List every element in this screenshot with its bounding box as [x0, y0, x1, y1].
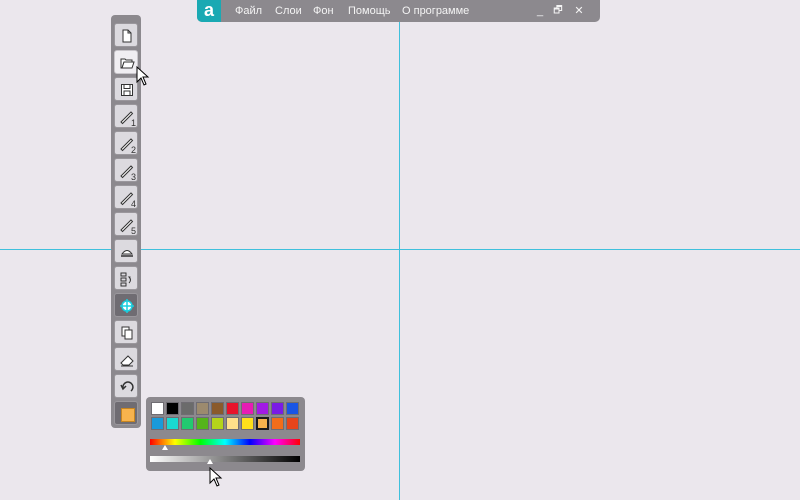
- palette-color-cell[interactable]: [226, 402, 239, 415]
- palette-color-cell[interactable]: [151, 417, 164, 430]
- undo-icon: [120, 381, 134, 392]
- palette-color-cell[interactable]: [271, 402, 284, 415]
- menu-file[interactable]: Файл: [235, 0, 262, 22]
- hue-slider-thumb[interactable]: [162, 445, 168, 450]
- color-palette-panel: [146, 397, 305, 471]
- palette-color-cell[interactable]: [196, 417, 209, 430]
- restore-button[interactable]: 🗗: [549, 0, 567, 22]
- current-color-button[interactable]: [114, 401, 138, 425]
- pen-4-button[interactable]: 4: [114, 185, 138, 209]
- pen-1-button[interactable]: 1: [114, 104, 138, 128]
- palette-color-cell[interactable]: [226, 417, 239, 430]
- menu-layers[interactable]: Слои: [275, 0, 302, 22]
- palette-color-cell[interactable]: [286, 417, 299, 430]
- copy-icon: [121, 326, 133, 340]
- palette-color-cell[interactable]: [181, 417, 194, 430]
- palette-color-cell[interactable]: [241, 402, 254, 415]
- pen-size-label: 2: [130, 145, 136, 155]
- layers-order-button[interactable]: [114, 266, 138, 290]
- crosshair-icon: [120, 299, 134, 313]
- palette-color-cell[interactable]: [256, 417, 269, 430]
- undo-button[interactable]: [114, 374, 138, 398]
- minimize-button[interactable]: _: [531, 0, 549, 22]
- eraser-icon: [120, 355, 134, 367]
- pen-size-label: 1: [130, 118, 136, 128]
- palette-color-cell[interactable]: [151, 402, 164, 415]
- save-file-button[interactable]: [114, 77, 138, 101]
- color-swatch: [121, 408, 135, 422]
- layers-order-icon: [120, 272, 131, 287]
- menu-about[interactable]: О программе: [402, 0, 469, 22]
- palette-color-cell[interactable]: [211, 417, 224, 430]
- hue-slider[interactable]: [150, 439, 300, 445]
- palette-color-cell[interactable]: [166, 417, 179, 430]
- palette-color-cell[interactable]: [166, 402, 179, 415]
- brightness-slider[interactable]: [150, 456, 300, 462]
- app-logo[interactable]: a: [197, 0, 221, 22]
- menu-bar: a Файл Слои Фон Помощь О программе _ 🗗 ✕: [197, 0, 600, 22]
- menu-help[interactable]: Помощь: [348, 0, 391, 22]
- new-file-button[interactable]: [114, 23, 138, 47]
- highlighter-icon: [121, 250, 133, 257]
- mouse-cursor: [209, 467, 223, 487]
- folder-open-icon: [120, 58, 135, 69]
- pen-3-button[interactable]: 3: [114, 158, 138, 182]
- palette-color-cell[interactable]: [181, 402, 194, 415]
- eraser-button[interactable]: [114, 347, 138, 371]
- palette-color-cell[interactable]: [196, 402, 209, 415]
- vertical-guide-line: [399, 0, 400, 500]
- close-button[interactable]: ✕: [570, 0, 588, 22]
- pen-size-label: 4: [130, 199, 136, 209]
- save-icon: [121, 84, 133, 96]
- open-file-button[interactable]: [114, 50, 138, 74]
- palette-color-cell[interactable]: [286, 402, 299, 415]
- pen-size-label: 3: [130, 172, 136, 182]
- palette-color-cell[interactable]: [211, 402, 224, 415]
- palette-color-cell[interactable]: [271, 417, 284, 430]
- pen-2-button[interactable]: 2: [114, 131, 138, 155]
- pen-5-button[interactable]: 5: [114, 212, 138, 236]
- mouse-cursor: [136, 66, 150, 86]
- file-icon: [122, 29, 132, 43]
- palette-color-cell[interactable]: [256, 402, 269, 415]
- menu-background[interactable]: Фон: [313, 0, 334, 22]
- pen-size-label: 5: [130, 226, 136, 236]
- crosshair-button[interactable]: [114, 293, 138, 317]
- highlighter-button[interactable]: [114, 239, 138, 263]
- palette-color-cell[interactable]: [241, 417, 254, 430]
- copy-button[interactable]: [114, 320, 138, 344]
- brightness-slider-thumb[interactable]: [207, 459, 213, 464]
